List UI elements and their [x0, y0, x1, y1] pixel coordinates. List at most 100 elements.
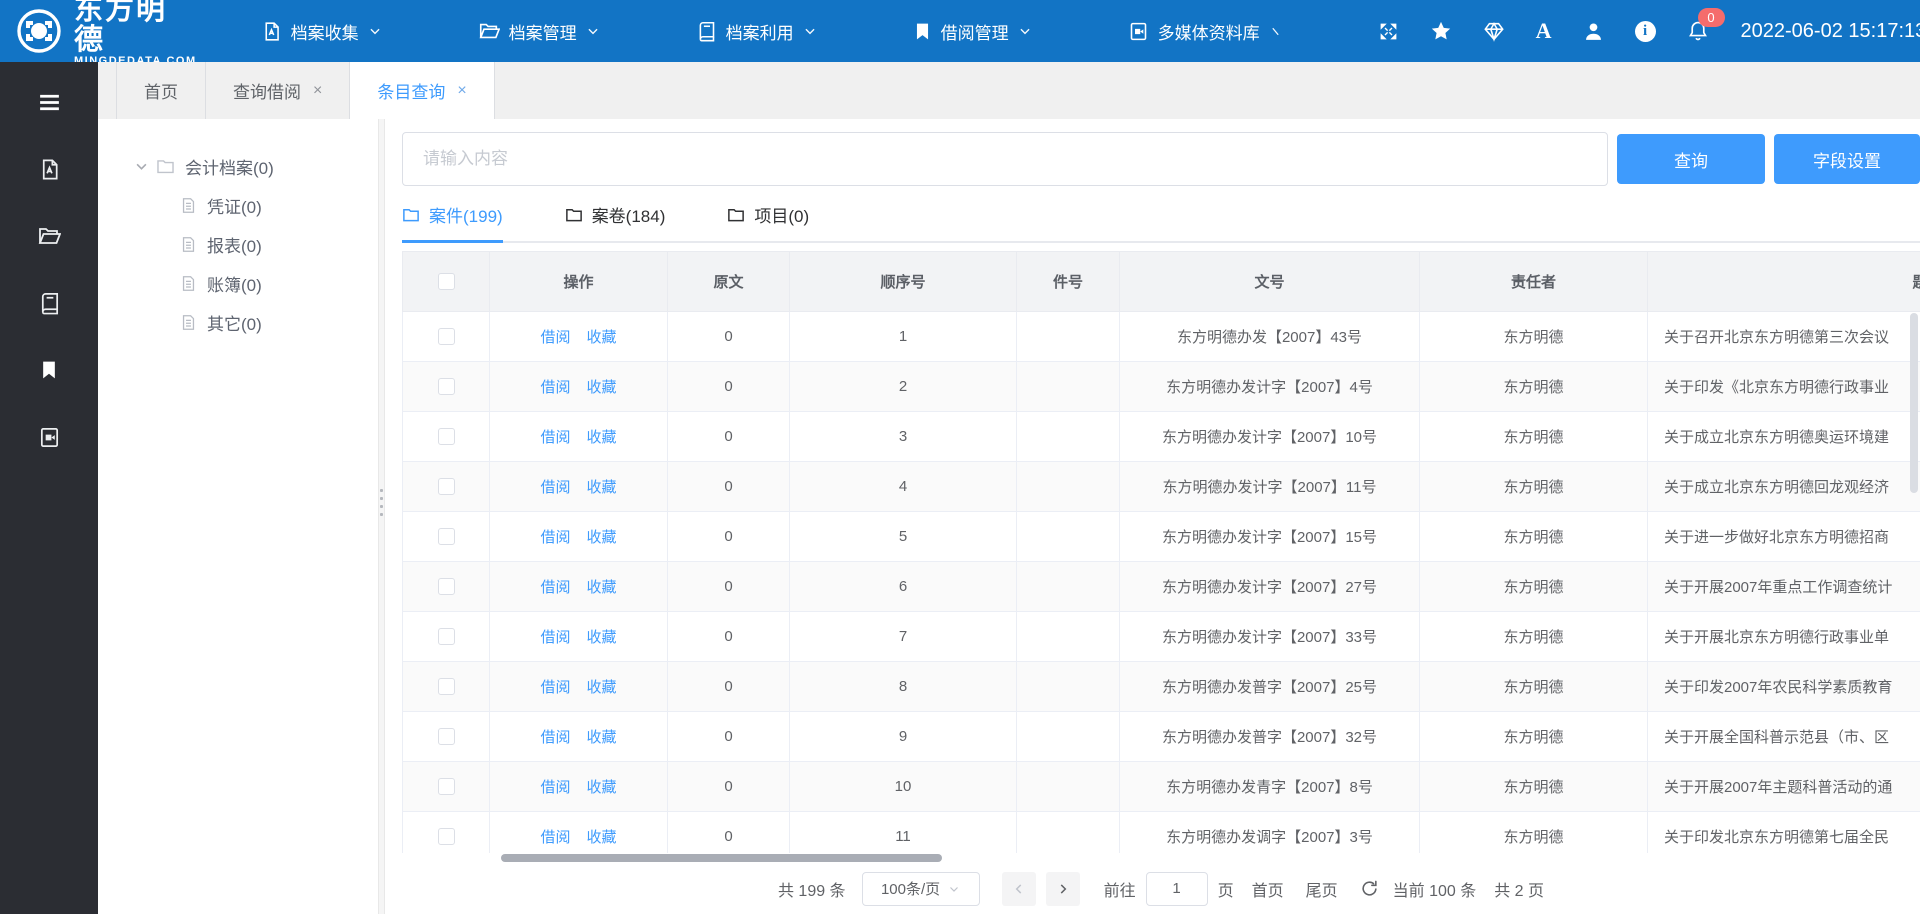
nav-item-media-library[interactable]: 多媒体资料库: [1128, 19, 1282, 44]
vertical-scrollbar-thumb[interactable]: [1910, 313, 1918, 493]
cell-title: 关于开展2007年重点工作调查统计: [1648, 562, 1920, 612]
row-checkbox[interactable]: [438, 728, 455, 745]
font-size-icon[interactable]: A: [1536, 18, 1552, 44]
select-all-checkbox[interactable]: [438, 273, 455, 290]
media-file-icon: [1128, 21, 1149, 42]
result-tabs: 案件(199) 案卷(184) 项目(0): [402, 202, 1920, 243]
nav-item-borrow-manage[interactable]: 借阅管理: [913, 19, 1032, 44]
cell-title: 关于成立北京东方明德奥运环境建: [1648, 412, 1920, 462]
header-datetime: 2022-06-02 15:17:13: [1741, 20, 1920, 43]
borrow-link[interactable]: 借阅: [540, 679, 570, 696]
tree-expand-icon[interactable]: [134, 159, 149, 174]
favorite-link[interactable]: 收藏: [587, 529, 617, 546]
next-page-button[interactable]: [1046, 872, 1080, 906]
cell-responsible: 东方明德: [1420, 612, 1648, 662]
rail-folder-open-icon[interactable]: [37, 224, 61, 248]
row-checkbox[interactable]: [438, 678, 455, 695]
first-page-link[interactable]: 首页: [1252, 877, 1284, 901]
row-checkbox[interactable]: [438, 828, 455, 845]
table-row: 借阅收藏 0 2 东方明德办发计字【2007】4号 东方明德 关于印发《北京东方…: [403, 362, 1920, 412]
cell-item-no: [1017, 362, 1120, 412]
panel-splitter[interactable]: [378, 119, 385, 914]
borrow-link[interactable]: 借阅: [540, 479, 570, 496]
cell-sequence: 6: [790, 562, 1017, 612]
tree-node-report[interactable]: 报表(0): [134, 225, 378, 264]
borrow-link[interactable]: 借阅: [540, 579, 570, 596]
table-row: 借阅收藏 0 11 东方明德办发调字【2007】3号 东方明德 关于印发北京东方…: [403, 812, 1920, 854]
row-checkbox[interactable]: [438, 428, 455, 445]
field-settings-button[interactable]: 字段设置: [1774, 134, 1920, 184]
nav-item-archive-use[interactable]: 档案利用: [696, 19, 817, 44]
favorite-link[interactable]: 收藏: [587, 679, 617, 696]
tree-node-voucher[interactable]: 凭证(0): [134, 186, 378, 225]
borrow-link[interactable]: 借阅: [540, 629, 570, 646]
goto-page-input[interactable]: [1146, 872, 1208, 906]
refresh-icon[interactable]: [1360, 879, 1379, 898]
page-size-select[interactable]: 100条/页: [862, 872, 980, 906]
gem-icon[interactable]: [1483, 20, 1505, 42]
horizontal-scrollbar-thumb[interactable]: [501, 854, 942, 862]
borrow-link[interactable]: 借阅: [540, 779, 570, 796]
row-checkbox[interactable]: [438, 778, 455, 795]
borrow-link[interactable]: 借阅: [540, 429, 570, 446]
row-checkbox[interactable]: [438, 528, 455, 545]
cell-doc-no: 东方明德办发计字【2007】33号: [1120, 612, 1420, 662]
cell-responsible: 东方明德: [1420, 812, 1648, 854]
tree-node-ledger[interactable]: 账簿(0): [134, 264, 378, 303]
cell-item-no: [1017, 462, 1120, 512]
borrow-link[interactable]: 借阅: [540, 829, 570, 846]
favorite-link[interactable]: 收藏: [587, 779, 617, 796]
row-checkbox[interactable]: [438, 378, 455, 395]
favorite-link[interactable]: 收藏: [587, 829, 617, 846]
favorite-link[interactable]: 收藏: [587, 329, 617, 346]
tree-node-other[interactable]: 其它(0): [134, 303, 378, 342]
user-icon[interactable]: [1583, 21, 1604, 42]
result-tab-folders[interactable]: 案卷(184): [565, 202, 666, 241]
cell-original: 0: [668, 762, 790, 812]
nav-item-archive-collect[interactable]: 档案收集: [261, 19, 382, 44]
search-input[interactable]: [402, 132, 1608, 186]
favorite-link[interactable]: 收藏: [587, 429, 617, 446]
favorite-link[interactable]: 收藏: [587, 379, 617, 396]
tree-node-root[interactable]: 会计档案(0): [134, 146, 378, 186]
cell-sequence: 9: [790, 712, 1017, 762]
notification-bell-icon[interactable]: 0: [1687, 20, 1709, 42]
tab-entry-query[interactable]: 条目查询 ×: [350, 62, 494, 119]
tab-close-icon[interactable]: ×: [457, 83, 466, 99]
borrow-link[interactable]: 借阅: [540, 729, 570, 746]
tab-close-icon[interactable]: ×: [313, 83, 322, 99]
fullscreen-icon[interactable]: [1378, 21, 1399, 42]
row-checkbox[interactable]: [438, 628, 455, 645]
menu-hamburger-icon[interactable]: [37, 90, 62, 114]
app-window: 东方明德 MINGDEDATA.COM 档案收集 档案管理 档案利用: [0, 0, 1920, 914]
favorite-link[interactable]: 收藏: [587, 579, 617, 596]
query-button[interactable]: 查询: [1617, 134, 1765, 184]
page-unit-label: 页: [1218, 877, 1234, 901]
cell-item-no: [1017, 812, 1120, 854]
table-row: 借阅收藏 0 3 东方明德办发计字【2007】10号 东方明德 关于成立北京东方…: [403, 412, 1920, 462]
favorite-link[interactable]: 收藏: [587, 479, 617, 496]
row-checkbox[interactable]: [438, 478, 455, 495]
nav-item-archive-manage[interactable]: 档案管理: [478, 19, 600, 44]
col-header-responsible: 责任者: [1420, 252, 1648, 312]
rail-book-icon[interactable]: [38, 291, 61, 315]
row-checkbox[interactable]: [438, 328, 455, 345]
borrow-link[interactable]: 借阅: [540, 329, 570, 346]
result-tab-projects[interactable]: 项目(0): [727, 202, 809, 241]
favorite-link[interactable]: 收藏: [587, 729, 617, 746]
favorite-link[interactable]: 收藏: [587, 629, 617, 646]
tab-query-borrow[interactable]: 查询借阅 ×: [206, 62, 350, 119]
last-page-link[interactable]: 尾页: [1306, 877, 1338, 901]
borrow-link[interactable]: 借阅: [540, 529, 570, 546]
tab-home[interactable]: 首页: [116, 62, 206, 119]
rail-pdf-file-icon[interactable]: [38, 157, 61, 181]
rail-bookmark-icon[interactable]: [39, 358, 59, 382]
row-checkbox[interactable]: [438, 578, 455, 595]
info-icon[interactable]: i: [1635, 21, 1656, 42]
borrow-link[interactable]: 借阅: [540, 379, 570, 396]
star-icon[interactable]: [1430, 20, 1452, 42]
app-body: 首页 查询借阅 × 条目查询 ×: [0, 62, 1920, 914]
result-tab-cases[interactable]: 案件(199): [402, 202, 503, 241]
rail-media-file-icon[interactable]: [38, 425, 61, 449]
prev-page-button[interactable]: [1002, 872, 1036, 906]
